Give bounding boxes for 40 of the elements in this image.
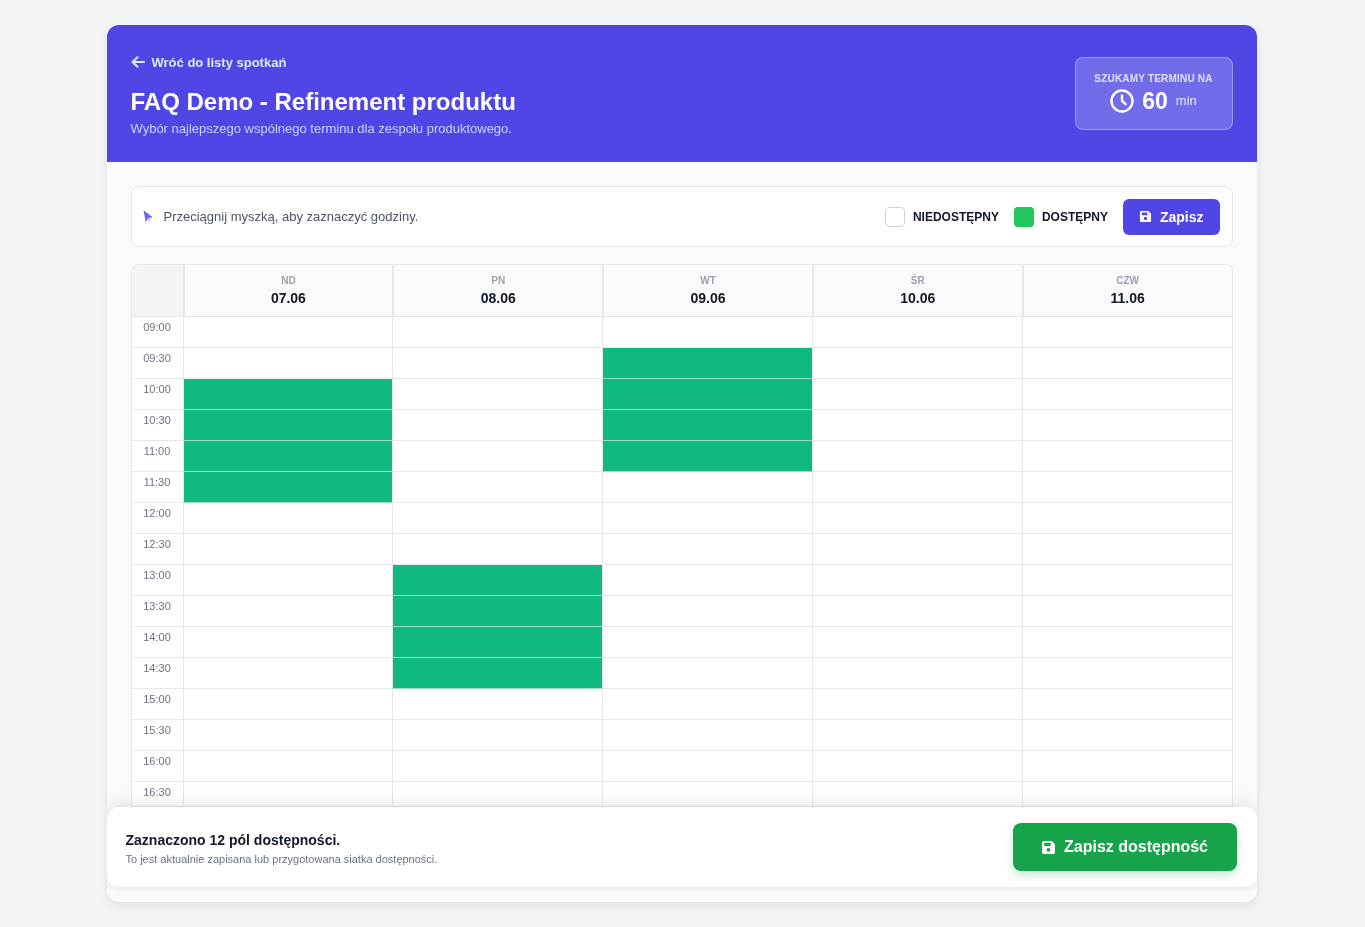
save-button[interactable]: Zapisz bbox=[1122, 198, 1220, 235]
save-availability-button[interactable]: Zapisz dostępność bbox=[1012, 823, 1237, 871]
available-slot[interactable] bbox=[182, 410, 393, 441]
weekday-label: ŚR bbox=[910, 275, 925, 286]
available-slot[interactable] bbox=[392, 565, 603, 596]
available-slot[interactable] bbox=[182, 379, 393, 410]
available-slot[interactable] bbox=[392, 627, 603, 658]
date-label: 08.06 bbox=[480, 290, 516, 306]
available-slot[interactable] bbox=[182, 472, 393, 503]
clock-icon bbox=[1110, 88, 1135, 113]
save-icon bbox=[1041, 839, 1056, 855]
back-link[interactable]: Wróć do listy spotkań bbox=[130, 53, 287, 71]
available-slot[interactable] bbox=[602, 441, 812, 472]
cursor-icon bbox=[142, 210, 153, 223]
weekday-label: PN bbox=[491, 275, 506, 286]
weekday-label: WT bbox=[700, 275, 716, 286]
save-icon bbox=[1138, 210, 1152, 223]
date-label: 09.06 bbox=[690, 290, 726, 306]
available-slot[interactable] bbox=[602, 379, 812, 410]
date-label: 10.06 bbox=[900, 290, 936, 306]
weekday-label: ND bbox=[281, 275, 296, 286]
duration-label: SZUKAMY TERMINU NA bbox=[1094, 72, 1213, 84]
drag-hint: Przeciągnij myszką, aby zaznaczyć godziny. bbox=[163, 209, 419, 224]
legend-label: NIEDOSTĘPNY bbox=[912, 209, 999, 224]
legend-label: DOSTĘPNY bbox=[1041, 209, 1108, 224]
page-title: FAQ Demo - Refinement produktu bbox=[130, 87, 516, 117]
duration-value: 60 bbox=[1142, 86, 1168, 115]
arrow-left-icon bbox=[130, 56, 145, 68]
date-label: 07.06 bbox=[270, 290, 306, 306]
duration-unit: min bbox=[1175, 93, 1197, 108]
date-label: 11.06 bbox=[1110, 290, 1145, 306]
selection-summary: Zaznaczono 12 pól dostępności. bbox=[125, 831, 342, 848]
weekday-label: CZW bbox=[1116, 275, 1139, 286]
available-slot[interactable] bbox=[602, 410, 812, 441]
available-slot[interactable] bbox=[602, 348, 812, 379]
available-slot[interactable] bbox=[392, 596, 603, 627]
footer-note: To jest aktualnie zapisana lub przygotowana siatka dostępności. bbox=[125, 852, 438, 865]
available-slot[interactable] bbox=[392, 658, 603, 689]
available-slot[interactable] bbox=[182, 441, 393, 472]
page-subtitle: Wybór najlepszego wspólnego terminu dla zespołu produktowego. bbox=[130, 120, 513, 138]
